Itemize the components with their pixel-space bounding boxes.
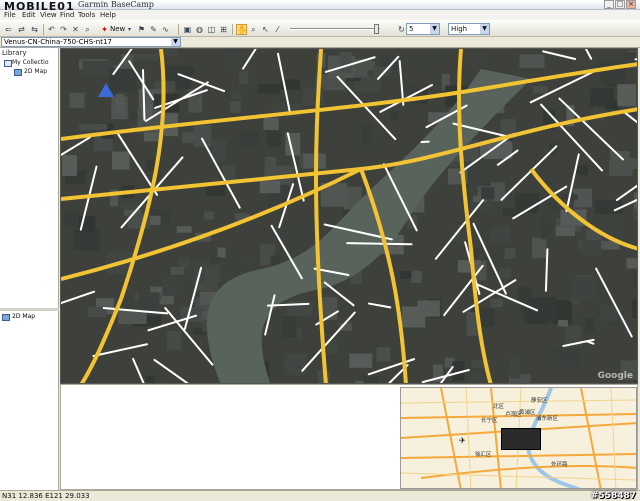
toolbar-separator xyxy=(232,24,233,35)
track-icon[interactable]: ∿ xyxy=(160,24,171,35)
menu-tools[interactable]: Tools xyxy=(78,11,95,19)
maximize-button[interactable]: □ xyxy=(615,0,625,9)
airport-icon: ✈ xyxy=(459,436,466,445)
send-to-device-icon[interactable]: ⇄ xyxy=(16,24,27,35)
zoom-slider[interactable] xyxy=(290,28,380,30)
watermark: #558487 xyxy=(590,491,636,501)
hand-tool-icon[interactable]: ✋ xyxy=(236,24,247,35)
overview-label: 长宁区 xyxy=(481,418,498,424)
globe-icon[interactable]: ◍ xyxy=(194,24,205,35)
map-attribution: Google xyxy=(597,371,633,381)
cursor-coordinates: N31 12.836 E121 29.033 xyxy=(2,492,90,500)
menu-view[interactable]: View xyxy=(40,11,57,19)
overview-viewport[interactable] xyxy=(501,428,541,450)
chevron-down-icon[interactable]: ▼ xyxy=(480,24,489,34)
menu-help[interactable]: Help xyxy=(100,11,116,19)
status-bar: N31 12.836 E121 29.033 #558487 xyxy=(0,490,640,501)
receive-from-device-icon[interactable]: ⇆ xyxy=(29,24,40,35)
map-product-row: Venus-CN-China-750-CHS-nt17 ▼ xyxy=(0,37,640,48)
map-product-value: Venus-CN-China-750-CHS-nt17 xyxy=(4,38,112,46)
map-view-icon[interactable]: ▣ xyxy=(182,24,193,35)
menu-edit[interactable]: Edit xyxy=(22,11,36,19)
map-folder-icon xyxy=(14,69,22,76)
toolbar-separator xyxy=(43,24,44,35)
list-item[interactable]: 2D Map xyxy=(12,313,35,320)
list-panel: 2D Map xyxy=(0,311,59,491)
map-canvas xyxy=(61,49,637,383)
select-tool-icon[interactable]: ↖ xyxy=(260,24,271,35)
overview-label: 静安区 xyxy=(531,398,548,404)
map-detail-combo[interactable]: High ▼ xyxy=(448,23,490,35)
find-icon[interactable]: ⌕ xyxy=(82,24,93,35)
main-toolbar: ⇐ ⇄ ⇆ ↶ ↷ ✕ ⌕ ✦ New ▾ ⚑ ✎ ∿ ▣ ◍ ◫ ⊞ ✋ ⌕ … xyxy=(0,20,640,37)
menu-bar: File Edit View Find Tools Help xyxy=(0,10,640,20)
library-header: Library xyxy=(2,49,27,57)
tree-item-my-collection[interactable]: My Collectio xyxy=(12,59,49,66)
delete-icon[interactable]: ✕ xyxy=(70,24,81,35)
measure-tool-icon[interactable]: ⁄ xyxy=(272,24,283,35)
new-button-label[interactable]: New xyxy=(110,24,125,35)
new-item-icon[interactable]: ✦ xyxy=(99,24,110,35)
map-view[interactable]: Google xyxy=(60,48,638,384)
waypoint-icon[interactable]: ⚑ xyxy=(136,24,147,35)
overview-label: 北区 xyxy=(493,404,505,410)
library-panel: Library My Collectio 2D Map xyxy=(0,48,59,308)
zoom-slider-thumb[interactable] xyxy=(374,24,379,34)
zoom-level-value: 5 xyxy=(409,25,414,33)
route-icon[interactable]: ✎ xyxy=(148,24,159,35)
title-bar: MOBILE01 Garmin BaseCamp _ □ × xyxy=(0,0,640,13)
map-product-select[interactable]: Venus-CN-China-750-CHS-nt17 ▼ xyxy=(1,37,181,47)
overview-label: 浦东新区 xyxy=(536,416,559,422)
overview-map[interactable]: 静安区 北区 浦东新区 长宁区 徐汇区 外环路 黄浦区 卢湾区 ✈ xyxy=(400,387,637,489)
layers-icon[interactable]: ◫ xyxy=(206,24,217,35)
overview-label: 卢湾区 xyxy=(505,412,522,418)
map-icon xyxy=(2,314,10,321)
toolbar-separator xyxy=(178,24,179,35)
tree-item-2d-map[interactable]: 2D Map xyxy=(24,68,47,75)
grid-icon[interactable]: ⊞ xyxy=(218,24,229,35)
minimize-button[interactable]: _ xyxy=(604,0,614,9)
overview-label: 外环路 xyxy=(551,462,568,468)
menu-find[interactable]: Find xyxy=(60,11,74,19)
back-icon[interactable]: ⇐ xyxy=(3,24,14,35)
zoom-tool-icon[interactable]: ⌕ xyxy=(248,24,259,35)
close-button[interactable]: × xyxy=(626,0,636,9)
redo-icon[interactable]: ↷ xyxy=(58,24,69,35)
north-arrow-icon[interactable] xyxy=(98,83,114,97)
window-title: Garmin BaseCamp xyxy=(78,0,154,9)
collection-icon xyxy=(4,60,12,67)
menu-file[interactable]: File xyxy=(4,11,16,19)
overview-label: 徐汇区 xyxy=(475,452,492,458)
basecamp-window: MOBILE01 Garmin BaseCamp _ □ × File Edit… xyxy=(0,0,640,501)
zoom-level-combo[interactable]: 5 ▼ xyxy=(406,23,440,35)
new-dropdown-icon[interactable]: ▾ xyxy=(124,24,135,35)
chevron-down-icon[interactable]: ▼ xyxy=(171,38,180,46)
chevron-down-icon[interactable]: ▼ xyxy=(430,24,439,34)
bottom-panel: 静安区 北区 浦东新区 长宁区 徐汇区 外环路 黄浦区 卢湾区 ✈ xyxy=(60,384,638,490)
map-detail-value: High xyxy=(451,25,468,33)
undo-icon[interactable]: ↶ xyxy=(46,24,57,35)
